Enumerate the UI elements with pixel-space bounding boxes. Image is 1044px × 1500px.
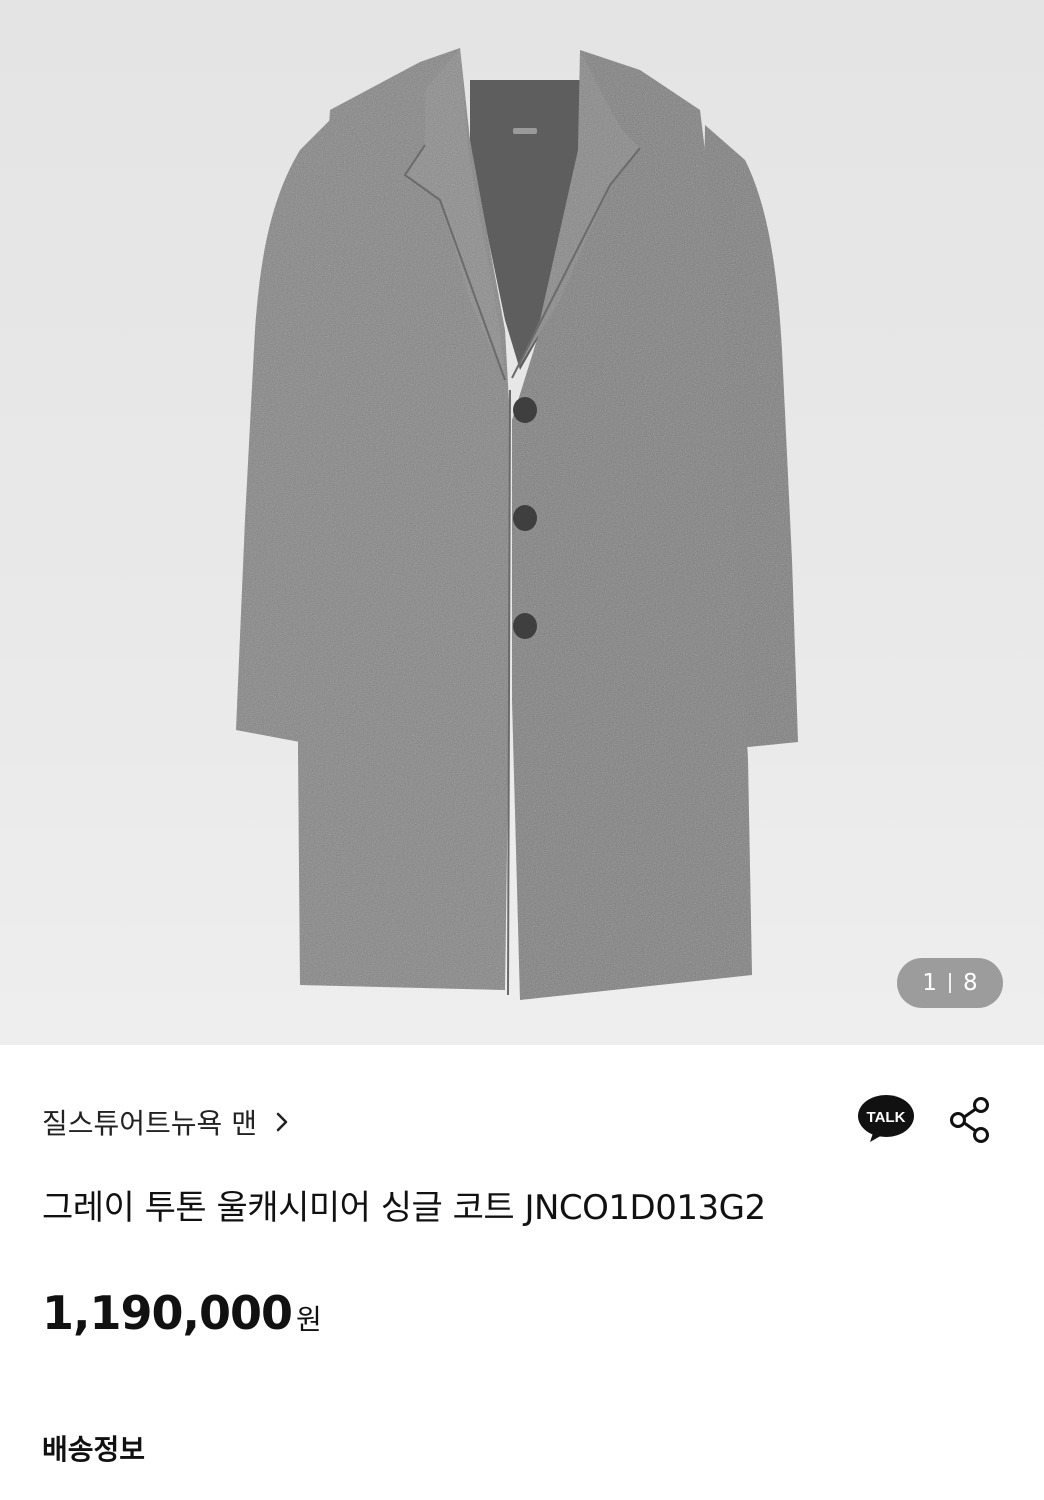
product-title: 그레이 투톤 울캐시미어 싱글 코트 JNCO1D013G2 xyxy=(42,1188,766,1228)
kakao-talk-button[interactable]: TALK xyxy=(856,1094,916,1146)
price-amount: 1,190,000 xyxy=(42,1286,293,1340)
shipping-info-heading[interactable]: 배송정보 xyxy=(42,1428,145,1468)
price-unit: 원 xyxy=(296,1303,322,1336)
brand-name: 질스튜어트뉴욕 맨 xyxy=(42,1107,257,1140)
product-price: 1,190,000 원 xyxy=(42,1286,322,1340)
kakao-talk-icon: TALK xyxy=(858,1095,914,1142)
pager-divider xyxy=(949,973,951,993)
pager-total: 8 xyxy=(963,970,978,996)
product-detail-page: 1 8 질스튜어트뉴욕 맨 TALK 그레이 투톤 울캐시미어 싱글 코트 JN… xyxy=(0,0,1044,1500)
product-image-carousel[interactable]: 1 8 xyxy=(0,0,1044,1045)
pager-current: 1 xyxy=(922,970,937,996)
product-image xyxy=(236,48,798,1000)
brand-row: 질스튜어트뉴욕 맨 TALK xyxy=(42,1092,1002,1152)
chevron-right-icon xyxy=(276,1112,288,1132)
image-pager: 1 8 xyxy=(897,958,1003,1008)
share-button[interactable] xyxy=(946,1094,996,1146)
brand-link[interactable]: 질스튜어트뉴욕 맨 xyxy=(42,1102,293,1142)
share-icon xyxy=(950,1097,989,1143)
talk-label: TALK xyxy=(867,1109,906,1126)
